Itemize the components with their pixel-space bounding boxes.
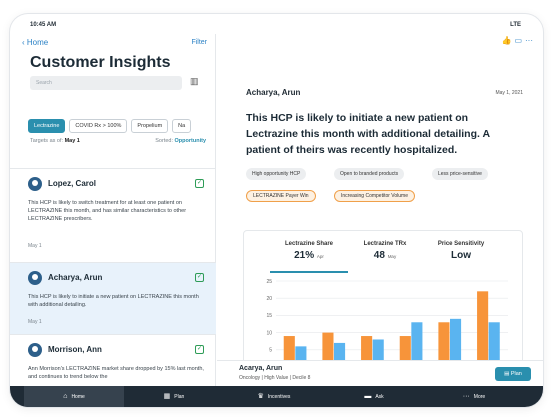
summary-name: Acarya, Arun: [239, 365, 283, 372]
insight-detail-pane: 👍 ▭ ··· Acharya, Arun May 1, 2021 This HCP…: [217, 34, 543, 386]
bar: [477, 291, 489, 367]
list-item[interactable]: Morrison, Ann ✓ Ann Morrison's LECTRAZIN…: [10, 334, 216, 386]
tag: Less price-sensitive: [432, 168, 488, 180]
sorted-value: Opportunity: [174, 138, 206, 144]
tag: Open to branded products: [334, 168, 405, 180]
targets-row: Targets as of: May 1 Sorted: Opportunity: [30, 138, 206, 144]
list-item-selected[interactable]: Acharya, Arun ✓ This HCP is likely to in…: [10, 262, 216, 334]
hcp-name: Acharya, Arun: [246, 88, 301, 97]
back-button[interactable]: ‹ Home: [22, 38, 48, 47]
kpi-price-sensitivity[interactable]: Price Sensitivity Low: [426, 241, 496, 261]
chip-propelium[interactable]: Propelium: [131, 119, 169, 133]
y-tick-label: 15: [266, 313, 272, 319]
item-name: Acharya, Arun: [48, 273, 103, 282]
tab-label: More: [473, 394, 486, 400]
summary-sub: Oncology | High Value | Decile 8: [239, 375, 311, 381]
tab-label: Ask: [375, 394, 384, 400]
search-input[interactable]: Search: [30, 76, 182, 90]
kpi-label: Lectrazine Share: [284, 241, 334, 247]
avatar: [28, 271, 42, 285]
plan-button[interactable]: ▤ Plan: [495, 367, 531, 381]
plan-button-label: Plan: [510, 371, 522, 377]
item-name: Lopez, Carol: [48, 179, 97, 188]
kpi-unit: May: [387, 254, 397, 259]
status-signal: LTE: [510, 22, 521, 28]
filter-chips: Lectrazine COVID Rx > 100% Propelium Na: [28, 114, 228, 133]
item-name: Morrison, Ann: [48, 345, 102, 354]
chip-lectrazine[interactable]: Lectrazine: [28, 119, 66, 133]
filter-button[interactable]: Filter: [191, 39, 207, 46]
thumbs-up-icon[interactable]: 👍: [501, 36, 511, 45]
tab-label: Incentives: [267, 394, 291, 400]
y-tick-label: 5: [269, 348, 272, 354]
action-icons: 👍 ▭ ···: [498, 36, 533, 45]
kpi-value: 21%: [294, 250, 315, 261]
ask-icon: ▬: [364, 393, 372, 400]
kpi-unit: Apr: [316, 254, 324, 259]
tab-label: Home: [71, 394, 85, 400]
kpi-value: Low: [451, 250, 471, 261]
kpi-share[interactable]: Lectrazine Share 21% Apr: [274, 241, 344, 261]
item-text: Ann Morrison's LECTRAZINE market share d…: [28, 366, 204, 380]
warning-tag: LECTRAZINE Payer Win: [246, 190, 316, 202]
page-title: Customer Insights: [30, 54, 171, 71]
item-date: May 1: [28, 319, 42, 325]
kpi-label: Price Sensitivity: [437, 241, 485, 247]
tab-bar: ⌂ Home ▦ Plan ♛ Incentives ▬ Ask ··· More: [10, 386, 543, 407]
more-dots-icon: ···: [462, 393, 470, 400]
kpi-label: Lectrazine TRx: [363, 241, 407, 247]
item-date: May 1: [28, 243, 42, 249]
sort-control[interactable]: Sorted: Opportunity: [155, 138, 206, 144]
sorted-label: Sorted:: [155, 138, 173, 144]
status-bar: 10:45 AM LTE: [10, 14, 543, 34]
hcp-summary-bar: Acarya, Arun Oncology | High Value | Dec…: [217, 360, 543, 386]
tab-incentives[interactable]: ♛ Incentives: [224, 386, 324, 407]
tab-ask[interactable]: ▬ Ask: [324, 386, 424, 407]
calendar-icon: ▦: [163, 393, 171, 400]
list-item[interactable]: Lopez, Carol ✓ This HCP is likely to swi…: [10, 168, 216, 262]
targets-date: May 1: [64, 138, 80, 144]
home-icon: ⌂: [63, 393, 68, 400]
comment-icon[interactable]: ▭: [514, 36, 522, 45]
status-time: 10:45 AM: [30, 22, 57, 28]
warning-tag: Increasing Competitor Volume: [334, 190, 415, 202]
kpi-value: 48: [373, 250, 385, 261]
insight-date: May 1, 2021: [495, 90, 523, 96]
tag: High opportunity HCP: [246, 168, 307, 180]
tab-more[interactable]: ··· More: [424, 386, 524, 407]
check-icon[interactable]: ✓: [195, 345, 204, 354]
tablet-frame: 10:45 AM LTE ‹ Home Filter Customer Insi…: [10, 14, 543, 407]
kpi-trx[interactable]: Lectrazine TRx 48 May: [350, 241, 420, 261]
y-tick-label: 25: [266, 279, 272, 285]
back-label: Home: [26, 38, 49, 47]
y-tick-label: 10: [266, 330, 272, 336]
avatar: [28, 343, 42, 357]
incentives-icon: ♛: [257, 393, 264, 400]
tab-home[interactable]: ⌂ Home: [24, 386, 124, 407]
check-icon[interactable]: ✓: [195, 179, 204, 188]
map-icon[interactable]: ▥: [190, 76, 202, 88]
item-text: This HCP is likely to switch treatment f…: [28, 200, 187, 222]
y-tick-label: 20: [266, 296, 272, 302]
tab-plan[interactable]: ▦ Plan: [124, 386, 224, 407]
chip-na[interactable]: Na: [172, 119, 192, 133]
nav-bar: ‹ Home Filter: [10, 34, 215, 54]
kpi-selected-indicator: [270, 271, 348, 273]
chip-covid[interactable]: COVID Rx > 100%: [69, 119, 128, 133]
avatar: [28, 177, 42, 191]
item-text: This HCP is likely to initiate a new pat…: [28, 294, 199, 308]
more-icon[interactable]: ···: [525, 36, 533, 45]
tab-label: Plan: [174, 394, 185, 400]
insight-text: This HCP is likely to initiate a new pat…: [246, 112, 490, 156]
check-icon[interactable]: ✓: [195, 273, 204, 282]
targets-label: Targets as of:: [30, 138, 64, 144]
